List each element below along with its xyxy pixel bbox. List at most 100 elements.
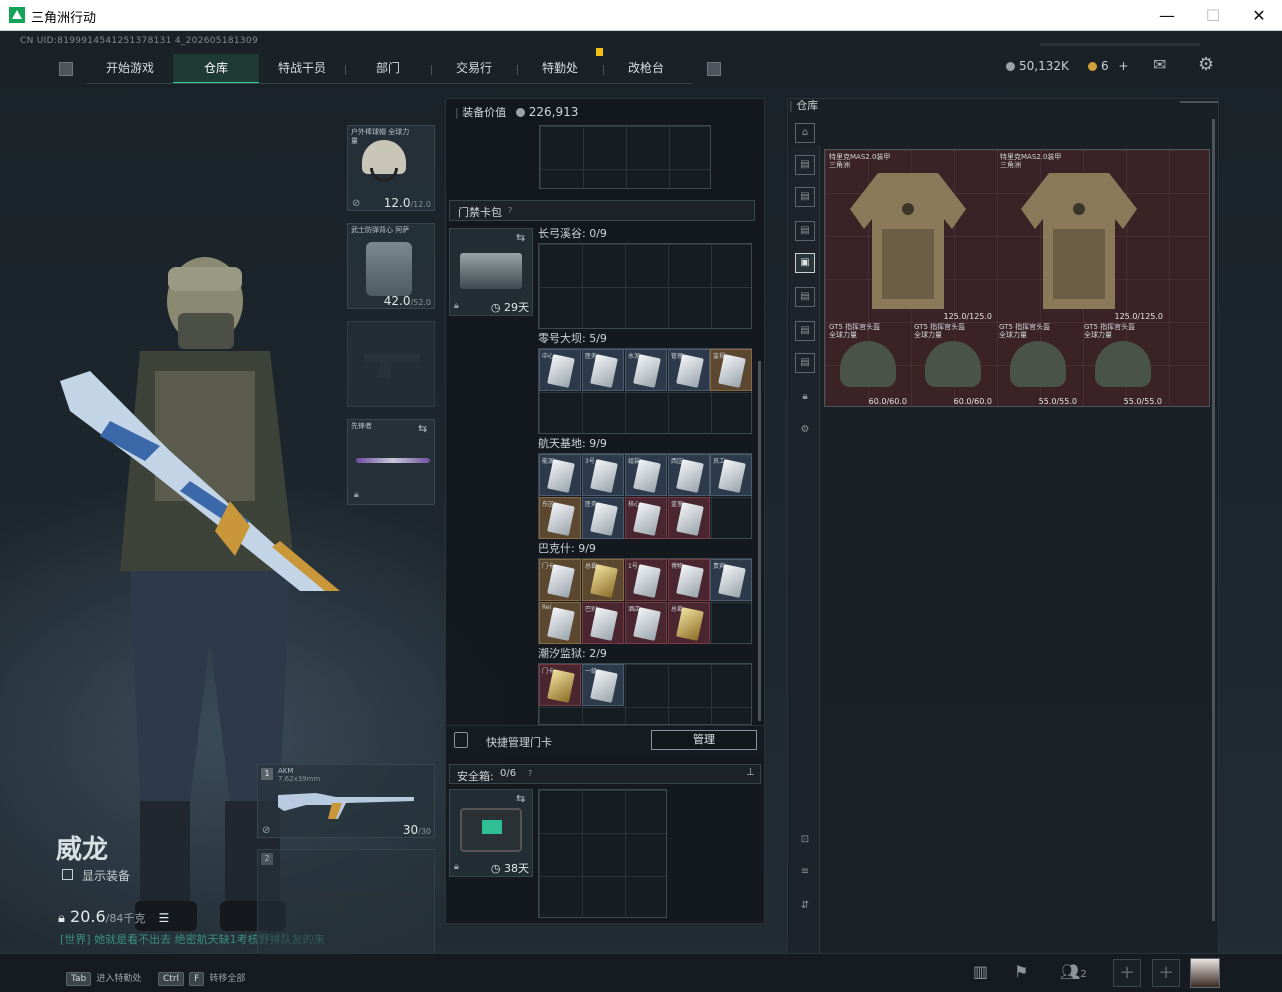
keycard-item[interactable]: 门卡 <box>539 664 581 706</box>
coin-balance[interactable]: 50,132K <box>1006 59 1069 73</box>
keycard-item[interactable]: 员工 <box>710 454 752 496</box>
pistol-placeholder-icon <box>362 350 422 380</box>
keycard-scrollbar[interactable] <box>758 361 761 721</box>
ticket-balance[interactable]: 6 + <box>1088 59 1129 73</box>
keycard-item[interactable]: 中心 <box>539 349 581 391</box>
backpack-grid[interactable] <box>539 125 711 189</box>
vest-icon <box>366 242 412 296</box>
gear-icon[interactable]: ⚙ <box>795 421 815 441</box>
stats-chart-icon[interactable]: ▥ <box>973 962 988 981</box>
invite-slot-button[interactable]: + <box>1152 959 1180 987</box>
quick-manage-label: 快捷管理门卡 <box>486 736 552 749</box>
invite-slot-button[interactable]: + <box>1113 959 1141 987</box>
minimize-button[interactable]: — <box>1144 0 1190 31</box>
longbow-keycard-grid[interactable] <box>538 243 752 329</box>
tab-trade[interactable]: 交易行 <box>431 54 517 84</box>
layers-icon[interactable]: ≡ <box>795 863 815 883</box>
help-icon[interactable]: ? <box>508 206 512 215</box>
swap-icon[interactable]: ⇆ <box>418 422 427 435</box>
team-icon[interactable]: 👥︎2 <box>1060 962 1087 981</box>
keycard-item[interactable]: 蓝室 <box>668 497 710 539</box>
keycard-item[interactable]: 东区 <box>539 497 581 539</box>
helmet-slot[interactable]: 户外棒球帽 全球力量 ⊘ 12.0/12.0 <box>347 125 435 211</box>
settings-gear-icon[interactable]: ⚙ <box>1198 54 1214 75</box>
mail-icon[interactable]: ✉ <box>1153 55 1166 74</box>
nav-left-icon[interactable] <box>59 62 73 76</box>
keycard-item[interactable]: 贵宾 <box>710 559 752 601</box>
manage-button[interactable]: 管理 <box>651 730 757 750</box>
transfer-all-hint[interactable]: Ctrl F 转移全部 <box>158 966 245 986</box>
helmet-item[interactable]: GT5 指挥官头盔 全球力量 55.0/55.0 <box>1081 321 1166 406</box>
lock-icon[interactable]: 🔒︎ <box>795 388 815 408</box>
player-avatar[interactable] <box>1190 958 1220 988</box>
tab-operators[interactable]: 特战干员 <box>259 54 345 84</box>
keycard-item[interactable]: 3号 <box>582 454 624 496</box>
stash-tab-6-icon[interactable]: ▤ <box>795 321 815 341</box>
pin-icon[interactable]: ⊥ <box>746 767 755 778</box>
stash-tab-1-icon[interactable]: ▤ <box>795 155 815 175</box>
keycard-item[interactable]: 核心 <box>625 497 667 539</box>
sort-icon[interactable]: ⇵ <box>795 897 815 917</box>
add-currency-button[interactable]: + <box>1118 59 1128 73</box>
keycard-item[interactable]: 监视 <box>710 349 752 391</box>
stash-tab-3-icon[interactable]: ▤ <box>795 221 815 241</box>
stash-tab-2-icon[interactable]: ▤ <box>795 187 815 207</box>
nav-right-icon[interactable] <box>707 62 721 76</box>
tab-special-ops[interactable]: 特勤处 <box>517 54 603 84</box>
close-button[interactable]: ✕ <box>1236 0 1282 31</box>
safe-box-grid[interactable] <box>538 789 667 918</box>
primary-weapon-slot[interactable]: 1 AKM 7.62x39mm ⊘ 30/30 <box>257 764 435 838</box>
safe-box-slot[interactable]: ⇆ 🔒︎ ◷ 38天 <box>449 789 533 877</box>
warehouse-scrollbar[interactable] <box>1212 119 1215 921</box>
maximize-button[interactable]: ☐ <box>1190 0 1236 31</box>
keycard-item[interactable]: 酒店 <box>625 602 667 644</box>
keycard-item[interactable]: 医务 <box>582 349 624 391</box>
keycard-item[interactable]: 总裁 <box>668 602 710 644</box>
tab-gunsmith[interactable]: 改枪台 <box>603 54 689 84</box>
armor-item[interactable]: 特里克MAS2.0装甲 三角洲 125.0/125.0 <box>826 151 996 321</box>
keycard-item[interactable]: 医务 <box>582 497 624 539</box>
armor-item[interactable]: 特里克MAS2.0装甲 三角洲 125.0/125.0 <box>997 151 1167 321</box>
enter-special-ops-hint[interactable]: Tab 进入特勤处 <box>66 966 141 986</box>
secondary-weapon-slot[interactable]: 2 <box>257 849 435 955</box>
combat-helmet-icon <box>1095 341 1151 387</box>
swap-icon[interactable]: ⇆ <box>516 231 525 244</box>
melee-slot[interactable]: 先锋者 ⇆ 🔒︎ <box>347 419 435 505</box>
flag-icon[interactable]: ⚑ <box>1014 962 1028 981</box>
show-equipment-checkbox[interactable] <box>62 869 73 880</box>
keycard-item[interactable]: 总裁 <box>582 559 624 601</box>
helmet-item[interactable]: GT5 指挥官头盔 全球力量 60.0/60.0 <box>911 321 996 406</box>
equipment-value: | 装备价值 226,913 <box>455 105 579 119</box>
stash-tab-5-icon[interactable]: ▤ <box>795 287 815 307</box>
organize-icon[interactable]: ⊡ <box>795 831 815 851</box>
shop-icon[interactable]: ⌂ <box>795 123 815 143</box>
keycard-item[interactable]: 能源 <box>539 454 581 496</box>
swap-icon[interactable]: ⇆ <box>516 792 525 805</box>
stash-tab-active-icon[interactable]: ▣ <box>795 253 815 273</box>
keycard-item[interactable]: 水泥 <box>625 349 667 391</box>
weight-current: 20.6 <box>70 907 106 926</box>
keycard-pack-slot[interactable]: ⇆ 🔒︎ ◷ 29天 <box>449 228 533 316</box>
window-title: 三角洲行动 <box>31 11 97 26</box>
keycard-item[interactable]: 组装 <box>625 454 667 496</box>
weight-list-icon[interactable]: ☰ <box>158 911 169 925</box>
keycard-item[interactable]: 西区 <box>668 454 710 496</box>
keycard-item[interactable]: 门卡 <box>539 559 581 601</box>
keycard-item[interactable]: Rei <box>539 602 581 644</box>
keycard-item[interactable]: 巴别 <box>582 602 624 644</box>
tab-start-game[interactable]: 开始游戏 <box>87 54 173 84</box>
keycard-item[interactable]: 一级 <box>582 664 624 706</box>
keycard-item[interactable]: 博物 <box>668 559 710 601</box>
keycard-item[interactable]: 1号 <box>625 559 667 601</box>
stash-tab-7-icon[interactable]: ▤ <box>795 353 815 373</box>
keycard-item[interactable]: 管理 <box>668 349 710 391</box>
helmet-item[interactable]: GT5 指挥官头盔 全球力量 60.0/60.0 <box>826 321 911 406</box>
helmet-item[interactable]: GT5 指挥官头盔 全球力量 55.0/55.0 <box>996 321 1081 406</box>
armor-slot[interactable]: 武士防弹背心 阿萨 42.0/52.0 <box>347 223 435 309</box>
tab-warehouse[interactable]: 仓库 <box>173 54 259 84</box>
safe-box-icon <box>460 808 522 852</box>
help-icon[interactable]: ? <box>528 769 532 778</box>
pistol-slot[interactable] <box>347 321 435 407</box>
top-deco-bar <box>1040 43 1200 46</box>
tab-department[interactable]: 部门 <box>345 54 431 84</box>
